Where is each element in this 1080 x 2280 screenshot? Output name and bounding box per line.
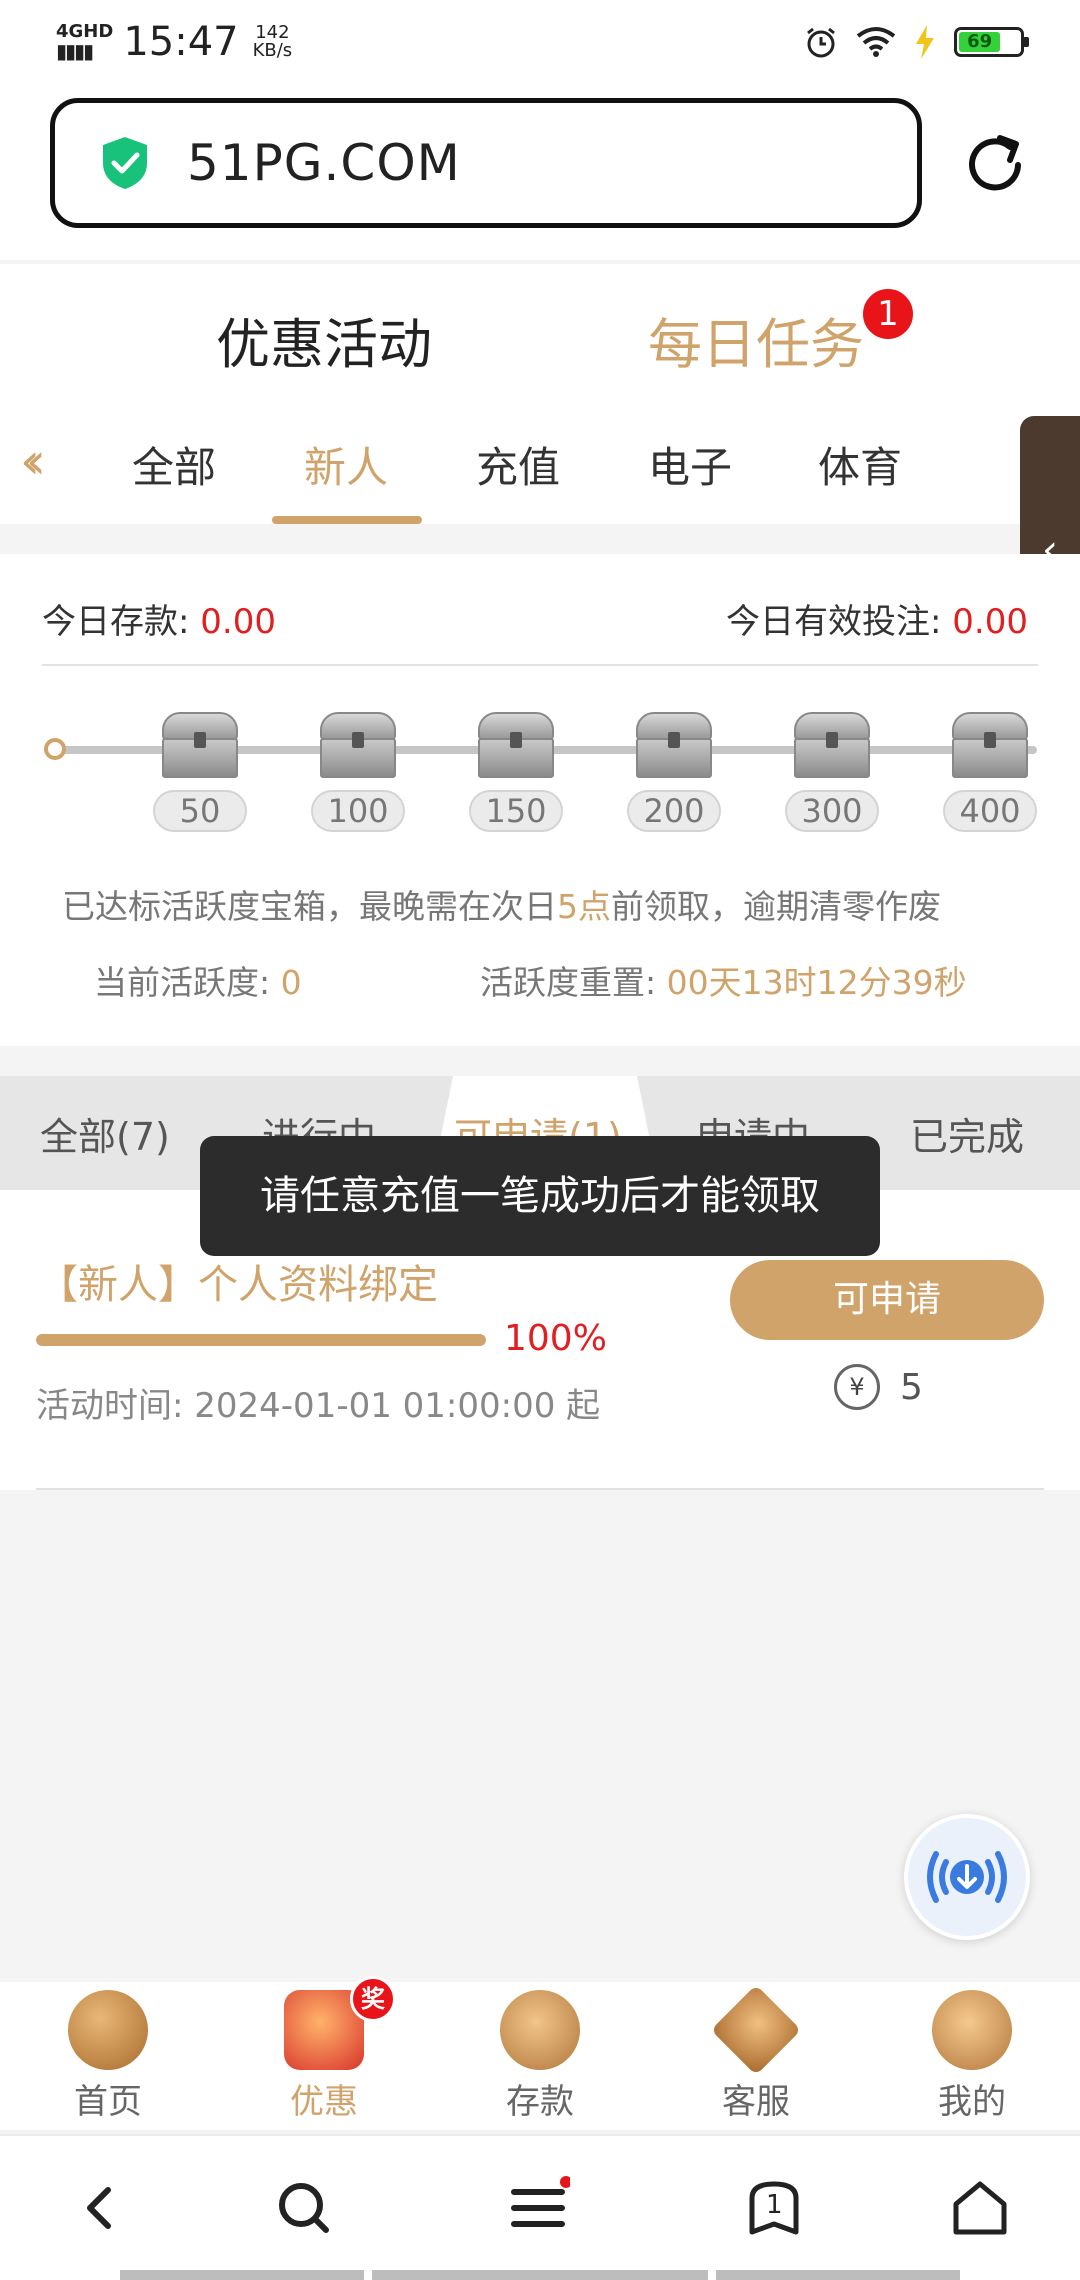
- yuan-coin-icon: ¥: [834, 1364, 880, 1410]
- tab-promotions[interactable]: 优惠活动: [216, 300, 432, 379]
- support-icon: [710, 1984, 802, 2076]
- activity-reset-label: 活跃度重置:: [480, 963, 667, 1002]
- status-tab-all[interactable]: 全部(7): [40, 1106, 170, 1161]
- category-active-indicator: [272, 516, 422, 524]
- task-reward: ¥ 5: [834, 1364, 923, 1410]
- nav-support-label: 客服: [722, 2082, 790, 2122]
- today-bet-value: 0.00: [952, 602, 1028, 642]
- menu-icon[interactable]: [506, 2176, 570, 2240]
- speed-unit: KB/s: [252, 40, 293, 61]
- current-activity-value: 0: [280, 963, 302, 1002]
- battery-level: 69: [959, 32, 1001, 52]
- home-page-icon[interactable]: [948, 2176, 1012, 2240]
- top-tabs: 优惠活动 每日任务 1: [0, 264, 1080, 404]
- battery-icon: 69: [954, 27, 1029, 57]
- activity-reset-countdown: 00天13时12分39秒: [666, 963, 967, 1002]
- clock: 15:47: [123, 19, 239, 65]
- url-text: 51PG.COM: [187, 134, 461, 192]
- category-newcomer[interactable]: 新人: [304, 434, 388, 495]
- nav-profile-label: 我的: [938, 2082, 1006, 2122]
- category-sports[interactable]: 体育: [818, 434, 902, 495]
- task-progress-percent: 100%: [504, 1318, 607, 1359]
- today-deposit: 今日存款: 0.00: [42, 594, 276, 643]
- reward-badge: 奖: [350, 1976, 396, 2022]
- signal-icon: 4GHD ▮▮▮▮: [56, 21, 114, 63]
- milestone-label: 100: [311, 790, 405, 832]
- nav-deposit[interactable]: 存款: [470, 1990, 610, 2123]
- today-deposit-value: 0.00: [200, 602, 276, 642]
- treasure-chest-icon[interactable]: [794, 712, 870, 778]
- gesture-bar: [372, 2270, 708, 2280]
- charging-icon: [916, 25, 934, 59]
- alarm-icon: [807, 27, 835, 58]
- current-activity: 当前活跃度: 0: [94, 956, 302, 1004]
- tabs-count: 1: [766, 2190, 783, 2220]
- network-speed: 142 KB/s: [253, 24, 293, 60]
- gesture-bar: [120, 2270, 364, 2280]
- treasure-chest-icon[interactable]: [162, 712, 238, 778]
- today-deposit-label: 今日存款:: [42, 602, 201, 642]
- status-bar: 4GHD ▮▮▮▮ 15:47 142 KB/s 69: [0, 0, 1080, 84]
- status-tab-completed[interactable]: 已完成: [910, 1106, 1024, 1161]
- nav-support[interactable]: 客服: [686, 1984, 826, 2123]
- current-activity-label: 当前活跃度:: [94, 963, 281, 1002]
- browser-toolbar: 1: [0, 2134, 1080, 2280]
- toast-message: 请任意充值一笔成功后才能领取: [200, 1136, 880, 1256]
- notice-text-end: 前领取，逾期清零作废: [611, 887, 941, 926]
- address-bar[interactable]: 51PG.COM: [50, 98, 922, 228]
- today-bet-label: 今日有效投注:: [726, 602, 953, 642]
- task-progress-fill: [36, 1334, 486, 1346]
- daily-tasks-badge: 1: [860, 286, 916, 342]
- treasure-chest-icon[interactable]: [952, 712, 1028, 778]
- nav-home[interactable]: 首页: [38, 1990, 178, 2123]
- nav-home-label: 首页: [74, 2082, 142, 2122]
- apply-button[interactable]: 可申请: [730, 1260, 1044, 1340]
- nav-profile[interactable]: 我的: [902, 1990, 1042, 2123]
- category-electronic[interactable]: 电子: [648, 434, 732, 495]
- download-fab[interactable]: [904, 1814, 1030, 1940]
- browser-address-row: 51PG.COM: [0, 84, 1080, 260]
- category-recharge[interactable]: 充值: [476, 434, 560, 495]
- divider: [42, 664, 1038, 666]
- milestone-label: 300: [785, 790, 879, 832]
- shield-check-icon: [103, 137, 147, 189]
- nav-deposit-label: 存款: [506, 2082, 574, 2122]
- reward-amount: 5: [900, 1366, 923, 1408]
- category-all[interactable]: 全部: [132, 434, 216, 495]
- milestone-label: 150: [469, 790, 563, 832]
- money-bag-icon: [500, 1990, 580, 2070]
- divider: [36, 1488, 1044, 1490]
- treasure-chest-icon[interactable]: [320, 712, 396, 778]
- notice-deadline: 5点: [557, 887, 611, 926]
- task-time: 活动时间: 2024-01-01 01:00:00 起: [36, 1386, 601, 1426]
- activity-reset: 活跃度重置: 00天13时12分39秒: [480, 956, 967, 1004]
- app-bottom-nav: 首页 优惠 奖 存款 客服 我的: [0, 1976, 1080, 2130]
- nav-promotions-label: 优惠: [290, 2082, 358, 2122]
- milestone-label: 200: [627, 790, 721, 832]
- home-icon: [68, 1990, 148, 2070]
- claim-notice: 已达标活跃度宝箱，最晚需在次日5点前领取，逾期清零作废: [62, 880, 941, 928]
- treasure-chest-icon[interactable]: [636, 712, 712, 778]
- reload-icon[interactable]: [960, 130, 1030, 200]
- search-icon[interactable]: [272, 2176, 336, 2240]
- double-chevron-left-icon[interactable]: ‹‹: [20, 432, 46, 490]
- tab-daily-tasks[interactable]: 每日任务: [648, 300, 864, 379]
- mascot-avatar-icon: [932, 1990, 1012, 2070]
- progress-start-dot: [44, 738, 66, 760]
- wifi-icon: [856, 27, 896, 57]
- treasure-chest-icon[interactable]: [478, 712, 554, 778]
- today-valid-bet: 今日有效投注: 0.00: [726, 594, 1028, 643]
- gesture-bar: [716, 2270, 960, 2280]
- back-icon[interactable]: [68, 2176, 132, 2240]
- activity-panel: 今日存款: 0.00 今日有效投注: 0.00 50 100 150 200 3…: [0, 554, 1080, 1046]
- category-tabs: ‹‹ 全部 新人 充值 电子 体育: [0, 404, 1080, 524]
- milestone-label: 50: [153, 790, 247, 832]
- task-title: 【新人】个人资料绑定: [38, 1262, 438, 1308]
- notice-text: 已达标活跃度宝箱，最晚需在次日: [62, 887, 557, 926]
- task-progress-bar: [36, 1334, 486, 1346]
- milestone-label: 400: [943, 790, 1037, 832]
- download-icon: [927, 1851, 1007, 1903]
